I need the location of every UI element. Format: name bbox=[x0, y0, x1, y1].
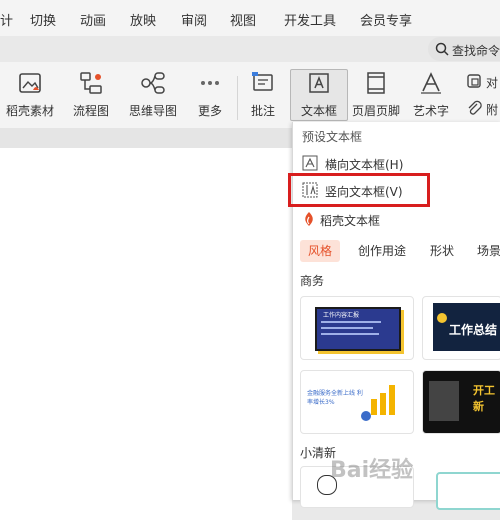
template-card[interactable]: 工作内容汇报 bbox=[300, 296, 414, 360]
card-text: 金融服务全新上线 利率增长3% bbox=[307, 390, 363, 406]
docer-textbox-title: 稻壳文本框 bbox=[320, 214, 381, 228]
menu-item-transition[interactable]: 切换 bbox=[30, 10, 56, 29]
mindmap-button[interactable]: 思维导图 bbox=[124, 70, 182, 126]
search-icon bbox=[435, 42, 449, 56]
template-card[interactable]: 开工 新 bbox=[422, 370, 500, 434]
art-text-label: 艺术字 bbox=[412, 104, 449, 118]
comment-icon bbox=[252, 72, 273, 91]
art-text-icon bbox=[421, 72, 441, 94]
mindmap-label: 思维导图 bbox=[128, 104, 177, 118]
toolbar-divider bbox=[237, 76, 238, 120]
menu-item-review[interactable]: 审阅 bbox=[181, 10, 207, 29]
card-title: 开工 新 bbox=[473, 384, 495, 413]
textbox-button[interactable]: 文本框 bbox=[290, 70, 348, 126]
flowchart-icon bbox=[80, 72, 102, 94]
docer-logo-icon bbox=[305, 212, 313, 226]
preset-textbox-title: 预设文本框 bbox=[302, 130, 363, 144]
tab-usage[interactable]: 创作用途 bbox=[358, 240, 406, 262]
template-card[interactable]: 工作总结 bbox=[422, 296, 500, 360]
docer-textbox-header: 稻壳文本框 bbox=[292, 206, 500, 232]
horizontal-textbox-icon bbox=[302, 155, 318, 171]
attachment-icon bbox=[468, 100, 482, 115]
menu-item-member[interactable]: 会员专享 bbox=[360, 10, 412, 29]
more-icon bbox=[201, 81, 219, 85]
art-text-button[interactable]: 艺术字 bbox=[406, 70, 456, 126]
textbox-label: 文本框 bbox=[300, 104, 337, 118]
header-footer-button[interactable]: 页眉页脚 bbox=[350, 70, 402, 126]
tab-style[interactable]: 风格 bbox=[300, 240, 341, 262]
menu-item-developer[interactable]: 开发工具 bbox=[284, 10, 336, 29]
attachment-label[interactable]: 附 bbox=[486, 101, 498, 118]
card-thumbnail bbox=[429, 381, 459, 421]
menu-item-design[interactable]: 计 bbox=[0, 10, 13, 29]
comment-button[interactable]: 批注 bbox=[244, 70, 282, 126]
slide-canvas[interactable] bbox=[0, 148, 292, 520]
card-title: 工作内容汇报 bbox=[323, 312, 360, 319]
flowchart-label: 流程图 bbox=[72, 104, 109, 118]
template-card[interactable]: 金融服务全新上线 利率增长3% bbox=[300, 370, 414, 434]
highlight-box bbox=[288, 173, 430, 207]
horizontal-textbox-label: 横向文本框(H) bbox=[325, 158, 404, 172]
header-footer-label: 页眉页脚 bbox=[351, 104, 400, 118]
image-icon bbox=[19, 73, 41, 93]
menu-item-animation[interactable]: 动画 bbox=[80, 10, 106, 29]
tab-scene[interactable]: 场景 bbox=[477, 240, 500, 262]
menu-item-view[interactable]: 视图 bbox=[230, 10, 256, 29]
section-business: 商务 bbox=[300, 274, 325, 288]
object-icon bbox=[467, 74, 481, 88]
flowchart-button[interactable]: 流程图 bbox=[66, 70, 116, 126]
template-card[interactable] bbox=[436, 472, 500, 510]
comment-label: 批注 bbox=[250, 104, 275, 118]
tab-shape[interactable]: 形状 bbox=[430, 240, 454, 262]
watermark: Bai经验 bbox=[330, 458, 414, 483]
header-footer-icon bbox=[367, 72, 385, 94]
search-label: 查找命令 bbox=[452, 44, 500, 58]
more-label: 更多 bbox=[197, 104, 222, 118]
object-label[interactable]: 对 bbox=[486, 74, 498, 91]
menu-item-slideshow[interactable]: 放映 bbox=[130, 10, 156, 29]
docer-material-label: 稻壳素材 bbox=[5, 104, 54, 118]
docer-material-button[interactable]: 稻壳素材 bbox=[2, 70, 58, 126]
card-title: 工作总结 bbox=[449, 323, 498, 337]
mindmap-icon bbox=[141, 72, 165, 94]
textbox-icon bbox=[309, 73, 329, 93]
more-button[interactable]: 更多 bbox=[190, 70, 230, 126]
